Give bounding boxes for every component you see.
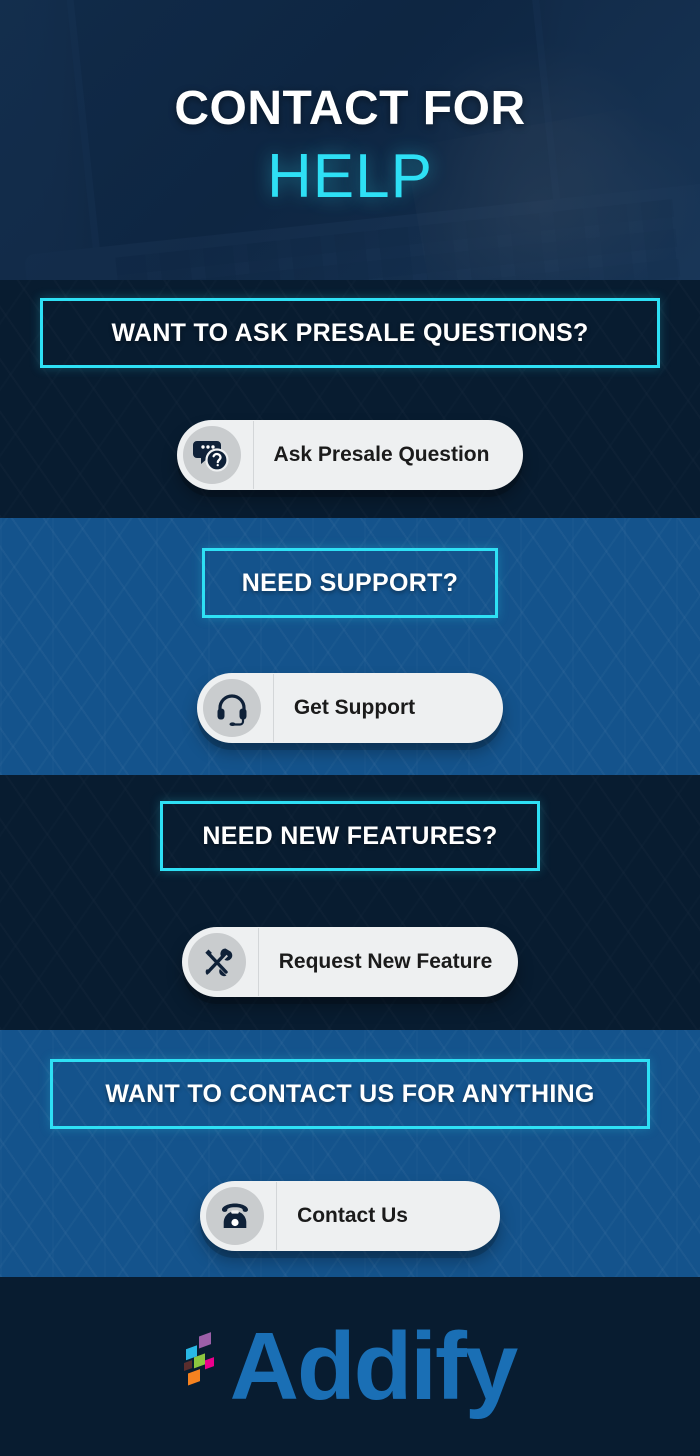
hero-title-line1: CONTACT FOR [174,82,526,136]
addify-logo-mark-icon [183,1331,214,1386]
hero-title-block: CONTACT FOR HELP [0,0,700,280]
addify-logo: Addify [183,1312,519,1420]
request-new-feature-label: Request New Feature [278,950,493,973]
contact-us-button[interactable]: Contact Us [200,1181,500,1251]
get-support-label: Get Support [293,696,416,719]
banner-contact: WANT TO CONTACT US FOR ANYTHING [50,1059,650,1129]
contact-us-label: Contact Us [297,1204,408,1227]
banner-features-text: NEED NEW FEATURES? [202,821,498,850]
banner-contact-text: WANT TO CONTACT US FOR ANYTHING [105,1079,595,1108]
footer-section: Addify [0,1277,700,1456]
ask-presale-question-button[interactable]: Ask Presale Question [176,420,524,490]
speech-bubbles-question-icon [182,426,241,484]
section-presale: WANT TO ASK PRESALE QUESTIONS? Ask Presa… [0,280,700,518]
banner-presale-text: WANT TO ASK PRESALE QUESTIONS? [111,318,589,347]
infographic-page: CONTACT FOR HELP WANT TO ASK PRESALE QUE… [0,0,700,1456]
banner-support-text: NEED SUPPORT? [241,568,459,597]
telephone-icon [206,1187,265,1245]
wrench-screwdriver-icon [187,933,246,991]
banner-presale: WANT TO ASK PRESALE QUESTIONS? [40,298,660,368]
headset-icon [202,679,261,737]
banner-support: NEED SUPPORT? [202,548,498,618]
request-new-feature-button[interactable]: Request New Feature [181,927,519,997]
ask-presale-question-label: Ask Presale Question [273,443,490,466]
section-support: NEED SUPPORT? Get Support [0,518,700,775]
section-contact: WANT TO CONTACT US FOR ANYTHING Contact … [0,1030,700,1277]
addify-logo-text: Addify [229,1312,519,1420]
hero-section: CONTACT FOR HELP [0,0,700,280]
get-support-button[interactable]: Get Support [196,673,504,743]
banner-features: NEED NEW FEATURES? [160,801,540,871]
section-features: NEED NEW FEATURES? Request New Feature [0,775,700,1030]
hero-title-line2: HELP [267,142,433,212]
